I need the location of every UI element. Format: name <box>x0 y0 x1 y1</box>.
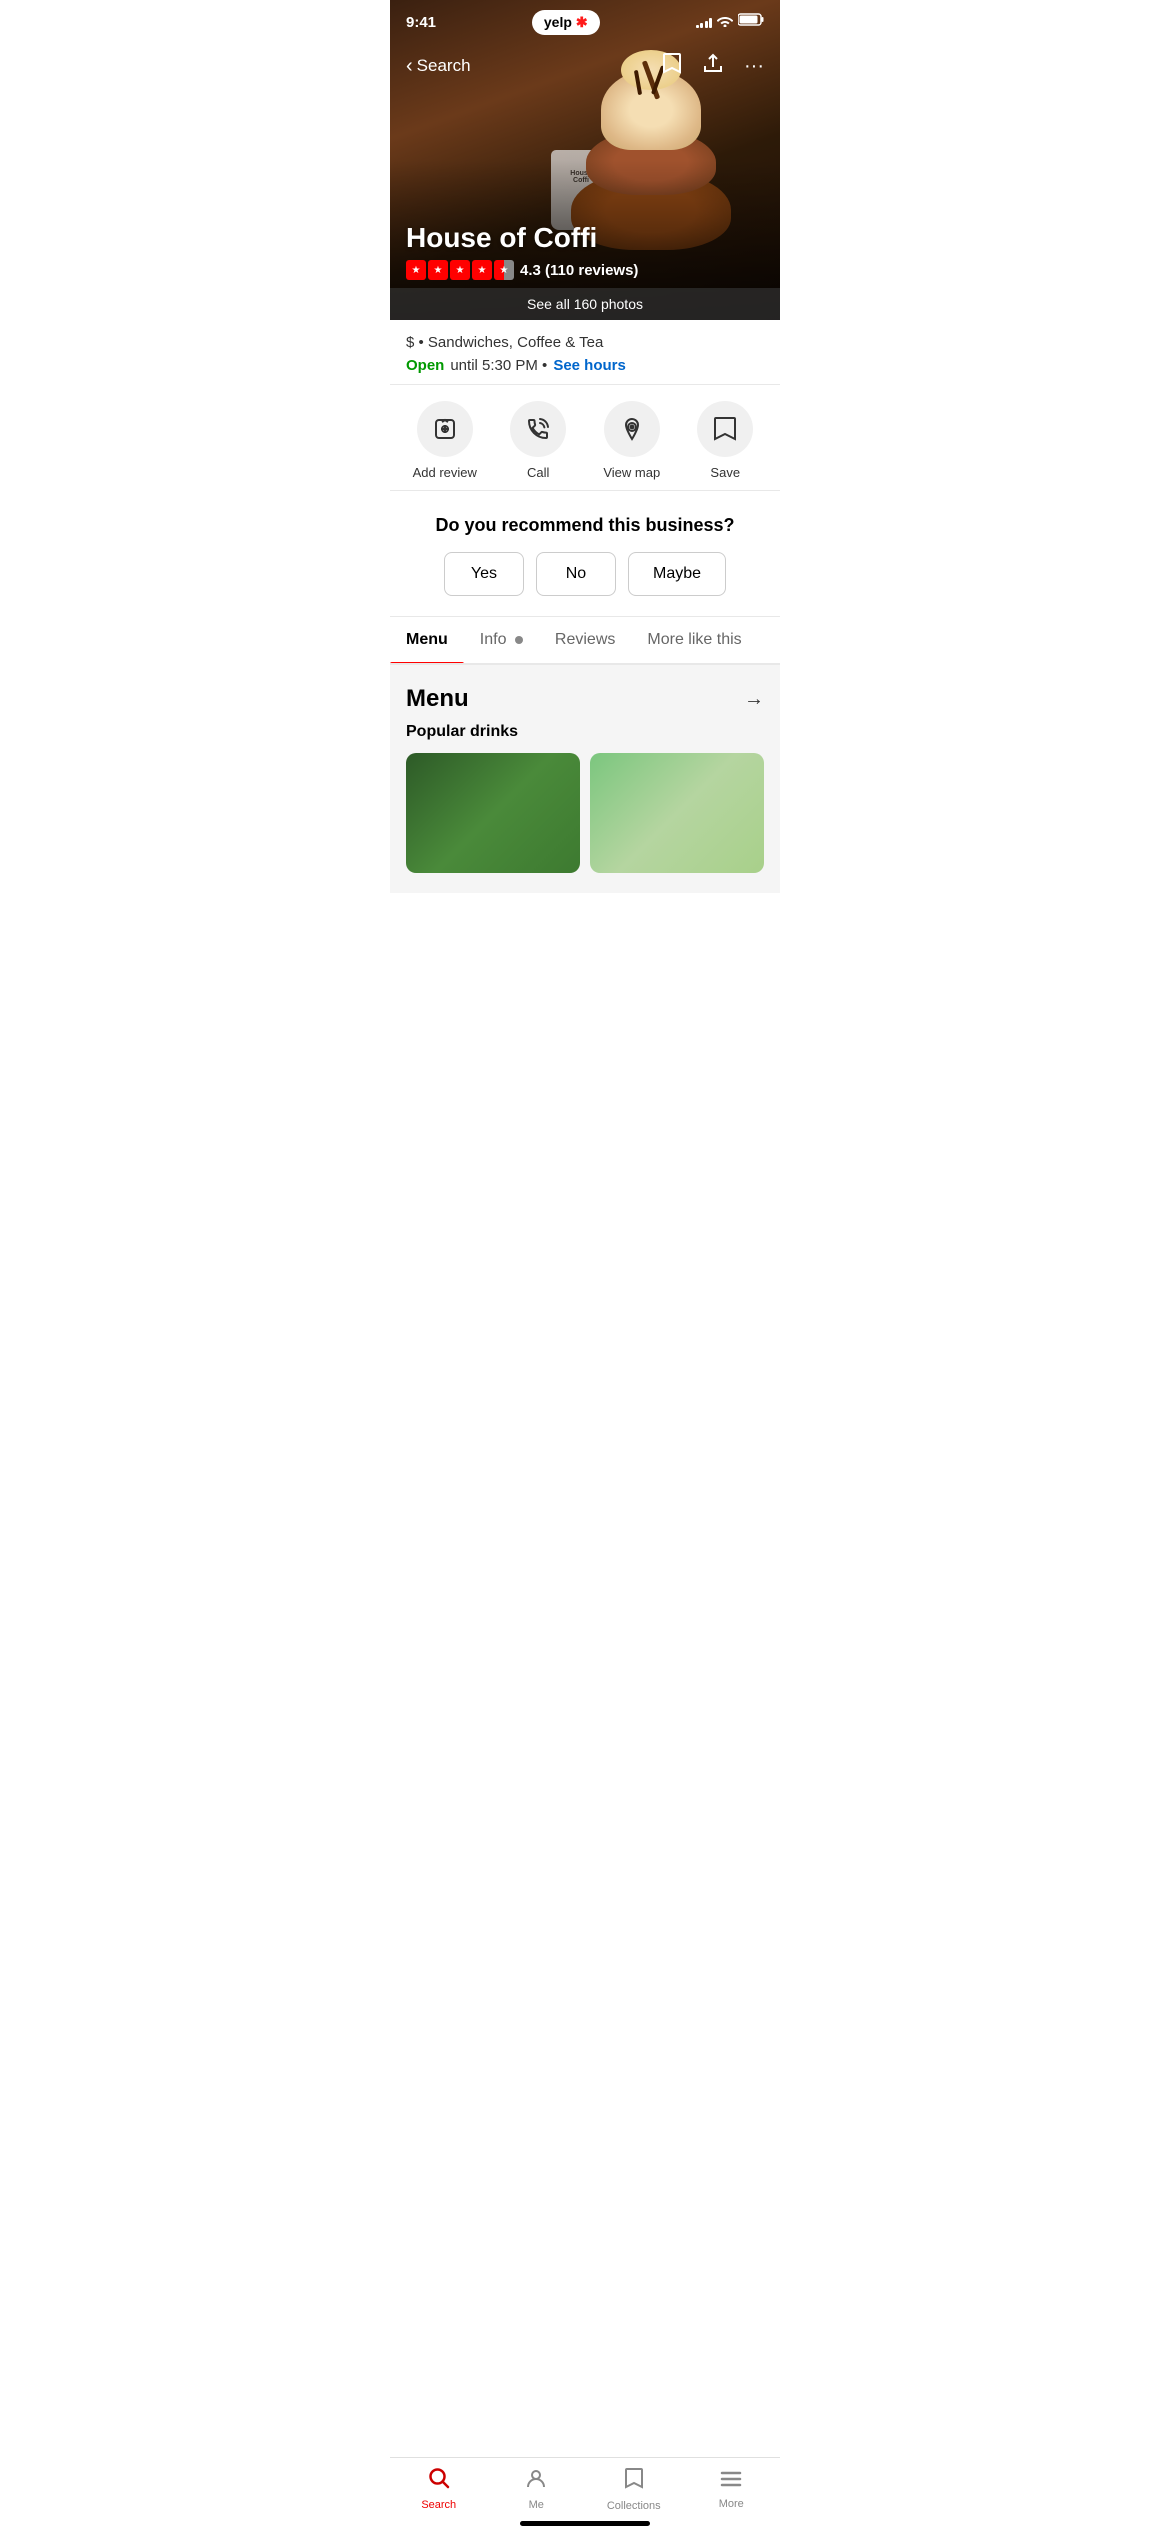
no-button[interactable]: No <box>536 552 616 596</box>
menu-header: Menu → <box>406 685 764 713</box>
recommend-title: Do you recommend this business? <box>406 515 764 536</box>
view-map-icon-circle <box>604 401 660 457</box>
status-time: 9:41 <box>406 14 436 31</box>
recommend-section: Do you recommend this business? Yes No M… <box>390 491 780 617</box>
add-review-button[interactable]: Add review <box>410 401 480 480</box>
category-price: $ • Sandwiches, Coffee & Tea <box>406 334 764 351</box>
see-photos-label: See all 160 photos <box>527 296 643 312</box>
yelp-star-icon: ✱ <box>576 14 588 31</box>
view-map-button[interactable]: View map <box>597 401 667 480</box>
yelp-logo: yelp ✱ <box>532 10 600 35</box>
star-1: ★ <box>406 260 426 280</box>
save-label: Save <box>710 465 740 480</box>
drinks-grid <box>406 753 764 873</box>
tabs-container: Menu Info Reviews More like this <box>390 617 780 665</box>
page-wrapper: HouseCoffi 9:41 yelp ✱ <box>390 0 780 993</box>
see-photos-bar[interactable]: See all 160 photos <box>390 288 780 320</box>
scrollable-content: $ • Sandwiches, Coffee & Tea Open until … <box>390 320 780 993</box>
wifi-icon <box>717 15 733 30</box>
nav-bar: ‹ Search ··· <box>390 44 780 88</box>
menu-section: Menu → Popular drinks <box>390 665 780 893</box>
battery-icon <box>738 13 764 31</box>
star-4: ★ <box>472 260 492 280</box>
tab-menu[interactable]: Menu <box>390 617 464 663</box>
stars: ★ ★ ★ ★ ★ <box>406 260 514 280</box>
hours-text: until 5:30 PM • <box>450 357 547 374</box>
business-details: $ • Sandwiches, Coffee & Tea Open until … <box>390 320 780 385</box>
add-review-icon-circle <box>417 401 473 457</box>
back-chevron-icon: ‹ <box>406 55 413 78</box>
call-button[interactable]: Call <box>503 401 573 480</box>
info-notification-dot <box>515 636 523 644</box>
tab-info[interactable]: Info <box>464 617 539 663</box>
menu-arrow-icon[interactable]: → <box>744 688 764 711</box>
menu-title: Menu <box>406 685 469 713</box>
back-label: Search <box>417 56 471 76</box>
save-button[interactable]: Save <box>690 401 760 480</box>
call-label: Call <box>527 465 549 480</box>
rating-text: 4.3 (110 reviews) <box>520 262 638 279</box>
business-name: House of Coffi <box>406 222 764 254</box>
tab-more-like-this[interactable]: More like this <box>631 617 757 663</box>
back-button[interactable]: ‹ Search <box>406 55 471 78</box>
save-icon-circle <box>697 401 753 457</box>
tab-reviews[interactable]: Reviews <box>539 617 631 663</box>
hours-row: Open until 5:30 PM • See hours <box>406 357 764 374</box>
maybe-button[interactable]: Maybe <box>628 552 726 596</box>
star-5: ★ <box>494 260 514 280</box>
drink-card-1[interactable] <box>406 753 580 873</box>
more-icon[interactable]: ··· <box>744 55 764 78</box>
nav-right-icons: ··· <box>662 51 764 81</box>
call-icon-circle <box>510 401 566 457</box>
popular-drinks-title: Popular drinks <box>406 723 764 741</box>
status-icons <box>696 13 765 31</box>
share-icon[interactable] <box>702 52 724 80</box>
star-2: ★ <box>428 260 448 280</box>
add-review-label: Add review <box>413 465 477 480</box>
view-map-label: View map <box>603 465 660 480</box>
recommend-buttons: Yes No Maybe <box>406 552 764 596</box>
hero-image: HouseCoffi 9:41 yelp ✱ <box>390 0 780 320</box>
drink-card-2[interactable] <box>590 753 764 873</box>
rating-row: ★ ★ ★ ★ ★ 4.3 (110 reviews) <box>406 260 764 280</box>
star-3: ★ <box>450 260 470 280</box>
see-hours-link[interactable]: See hours <box>553 357 626 374</box>
bookmark-icon[interactable] <box>662 51 682 81</box>
status-bar: 9:41 yelp ✱ <box>390 0 780 44</box>
action-buttons: Add review Call <box>390 385 780 491</box>
yes-button[interactable]: Yes <box>444 552 524 596</box>
signal-icon <box>696 16 713 28</box>
open-status: Open <box>406 357 444 374</box>
business-info-overlay: House of Coffi ★ ★ ★ ★ ★ 4.3 (110 review… <box>390 222 780 280</box>
